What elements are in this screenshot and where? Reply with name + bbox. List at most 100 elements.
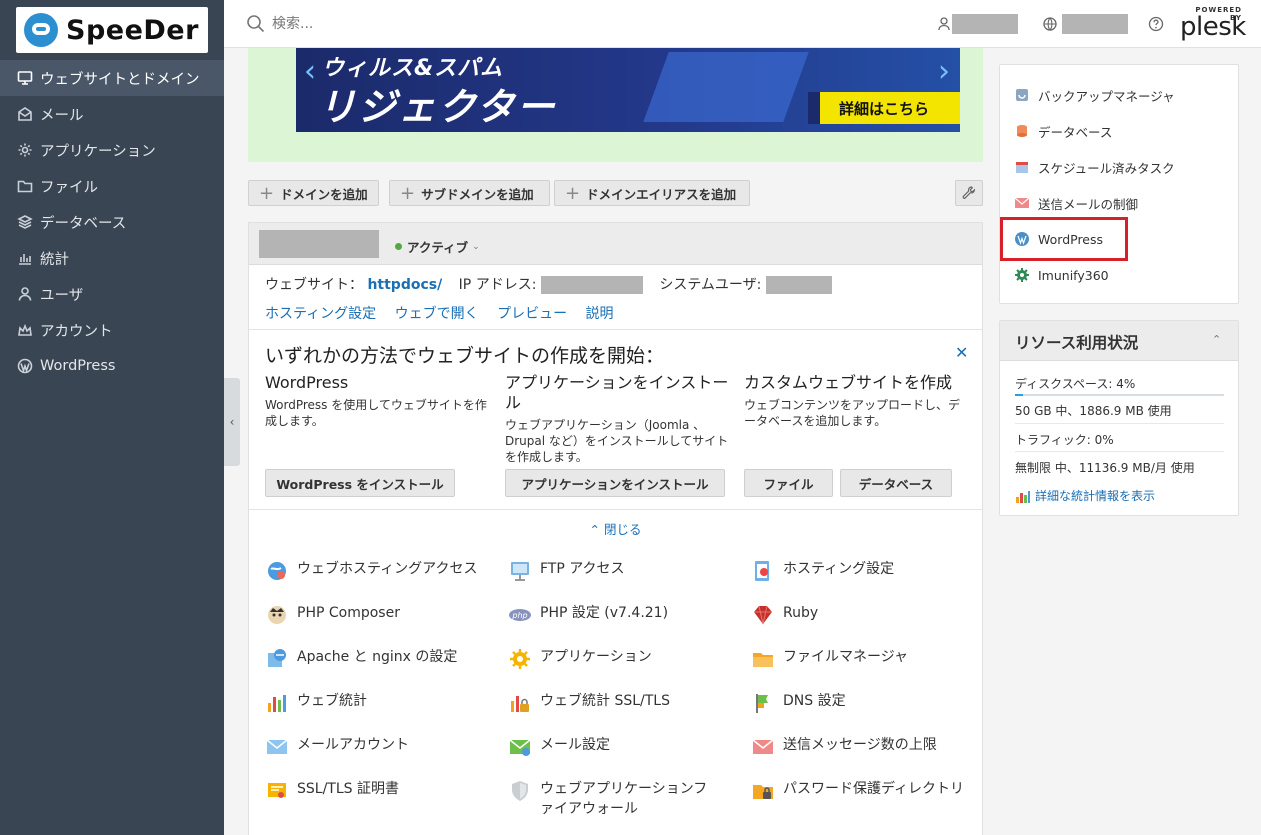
sidebar-item-label: 統計: [40, 251, 69, 268]
calendar-icon: [1014, 159, 1030, 175]
add-domain-button[interactable]: + ドメインを追加: [248, 180, 379, 206]
tool-label: メール設定: [540, 737, 610, 753]
tool-waf[interactable]: ウェブアプリケーションファイアウォール: [508, 779, 708, 819]
preview-link[interactable]: プレビュー: [497, 306, 567, 322]
tool-label: 送信メッセージ数の上限: [783, 737, 937, 753]
help-icon[interactable]: [1148, 16, 1164, 32]
sidebar-item-label: アプリケーション: [40, 143, 156, 160]
promo-banner[interactable]: ‹ › ウィルス&スパム リジェクター 詳細はこちら: [296, 48, 960, 132]
domain-name-redacted[interactable]: [259, 230, 379, 258]
install-wordpress-button[interactable]: WordPress をインストール: [265, 469, 455, 497]
logo[interactable]: SpeeDer: [16, 7, 208, 53]
tool-ftp-access[interactable]: FTP アクセス: [508, 559, 625, 583]
sidebar: SpeeDer ウェブサイトとドメイン メール アプリケーション ファイル デー…: [0, 0, 224, 835]
tool-php-settings[interactable]: php PHP 設定 (v7.4.21): [508, 603, 668, 627]
tool-file-manager[interactable]: ファイルマネージャ: [751, 647, 908, 671]
subscription-redacted[interactable]: [1062, 14, 1128, 34]
sidebar-item-databases[interactable]: データベース: [0, 204, 224, 240]
backup-manager-link[interactable]: バックアップマネージャ: [1014, 85, 1175, 105]
ruby-icon: [751, 603, 775, 627]
sidebar-item-mail[interactable]: メール: [0, 96, 224, 132]
certificate-icon: [265, 779, 289, 803]
svg-text:php: php: [511, 611, 527, 620]
plus-icon: +: [565, 182, 581, 204]
user-icon[interactable]: [936, 16, 952, 32]
add-domain-label: ドメインを追加: [280, 186, 368, 202]
imunify360-link[interactable]: Imunify360: [1014, 265, 1109, 285]
add-alias-button[interactable]: + ドメインエイリアスを追加: [554, 180, 750, 206]
website-docroot-link[interactable]: httpdocs/: [367, 277, 442, 293]
tool-web-hosting-access[interactable]: ウェブホスティングアクセス: [265, 559, 477, 583]
banner-cta-button[interactable]: 詳細はこちら: [808, 92, 960, 124]
sidebar-item-applications[interactable]: アプリケーション: [0, 132, 224, 168]
bar-chart-icon: [16, 249, 34, 267]
resource-usage-header[interactable]: リソース利用状況 ⌃: [1000, 321, 1238, 361]
stats-icon: [1016, 490, 1030, 503]
tool-dns-settings[interactable]: DNS 設定: [751, 691, 846, 715]
install-application-button[interactable]: アプリケーションをインストール: [505, 469, 725, 497]
chevron-up-icon[interactable]: ⌃: [1212, 333, 1221, 346]
banner-area: ‹ › ウィルス&スパム リジェクター 詳細はこちら: [248, 48, 983, 162]
sidebar-item-websites[interactable]: ウェブサイトとドメイン: [0, 60, 224, 96]
quick-links-panel: バックアップマネージャ データベース スケジュール済みタスク 送信メールの制御 …: [999, 64, 1239, 304]
tool-mail-accounts[interactable]: メールアカウント: [265, 735, 409, 759]
imunify-icon: [1014, 267, 1030, 283]
tool-web-stats[interactable]: ウェブ統計: [265, 691, 367, 715]
wrench-icon: [962, 186, 976, 199]
sidebar-item-account[interactable]: アカウント: [0, 312, 224, 348]
wordpress-column: WordPress WordPress を使用してウェブサイトを作成します。: [265, 373, 491, 429]
add-subdomain-label: サブドメインを追加: [421, 186, 534, 202]
databases-button[interactable]: データベース: [840, 469, 952, 497]
scheduled-tasks-link[interactable]: スケジュール済みタスク: [1014, 157, 1175, 177]
sidebar-collapse-handle[interactable]: ‹: [224, 378, 240, 466]
open-in-web-link[interactable]: ウェブで開く: [395, 306, 479, 322]
search-input[interactable]: [272, 13, 572, 35]
close-icon[interactable]: ✕: [955, 343, 968, 362]
apache-nginx-icon: [265, 647, 289, 671]
status-dot-icon: [395, 243, 402, 250]
sidebar-item-users[interactable]: ユーザ: [0, 276, 224, 312]
column-title: アプリケーションをインストール: [505, 373, 729, 412]
banner-next-icon[interactable]: ›: [938, 54, 950, 89]
rp-label: 送信メールの制御: [1038, 196, 1139, 212]
php-icon: php: [508, 603, 532, 627]
tool-label: メールアカウント: [297, 737, 409, 753]
settings-wrench-button[interactable]: [955, 180, 983, 206]
add-subdomain-button[interactable]: + サブドメインを追加: [389, 180, 550, 206]
resource-usage-title: リソース利用状況: [1015, 334, 1139, 352]
tool-password-dirs[interactable]: パスワード保護ディレクトリ: [751, 779, 964, 803]
traffic-usage-detail: 無制限 中、11136.9 MB/月 使用: [1015, 461, 1195, 475]
chevron-up-icon: ⌃: [589, 522, 604, 537]
username-redacted[interactable]: [952, 14, 1018, 34]
rp-label: スケジュール済みタスク: [1038, 160, 1175, 176]
applications-gear-icon: [508, 647, 532, 671]
globe-icon[interactable]: [1042, 16, 1058, 32]
tool-hosting-settings[interactable]: ホスティング設定: [751, 559, 894, 583]
hosting-settings-link[interactable]: ホスティング設定: [265, 306, 376, 322]
description-link[interactable]: 説明: [586, 306, 614, 322]
user-icon: [16, 285, 34, 303]
banner-prev-icon[interactable]: ‹: [304, 54, 316, 89]
collapse-link[interactable]: ⌃ 閉じる: [249, 519, 982, 538]
action-bar: + ドメインを追加 + サブドメインを追加 + ドメインエイリアスを追加: [248, 180, 983, 206]
tool-php-composer[interactable]: PHP Composer: [265, 603, 400, 627]
tool-ssl-certificates[interactable]: SSL/TLS 証明書: [265, 779, 399, 803]
custom-site-column: カスタムウェブサイトを作成 ウェブコンテンツをアップロードし、データベースを追加…: [744, 373, 970, 429]
detailed-stats-link[interactable]: 詳細な統計情報を表示: [1015, 487, 1155, 504]
sidebar-item-statistics[interactable]: 統計: [0, 240, 224, 276]
tool-ruby[interactable]: Ruby: [751, 603, 818, 627]
tool-apache-nginx[interactable]: Apache と nginx の設定: [265, 647, 457, 671]
sidebar-item-files[interactable]: ファイル: [0, 168, 224, 204]
outgoing-mail-control-link[interactable]: 送信メールの制御: [1014, 193, 1138, 213]
tool-web-stats-ssl[interactable]: ウェブ統計 SSL/TLS: [508, 691, 670, 715]
files-button[interactable]: ファイル: [744, 469, 833, 497]
tool-label: SSL/TLS 証明書: [297, 781, 399, 797]
tool-mail-settings[interactable]: メール設定: [508, 735, 610, 759]
tool-label: FTP アクセス: [540, 561, 625, 577]
tool-outgoing-limit[interactable]: 送信メッセージ数の上限: [751, 735, 937, 759]
sysuser-redacted: [765, 276, 832, 294]
databases-link[interactable]: データベース: [1014, 121, 1112, 141]
status-badge[interactable]: アクティブ ⌄: [395, 237, 480, 256]
tool-applications[interactable]: アプリケーション: [508, 647, 652, 671]
sidebar-item-wordpress[interactable]: WordPress: [0, 348, 224, 384]
